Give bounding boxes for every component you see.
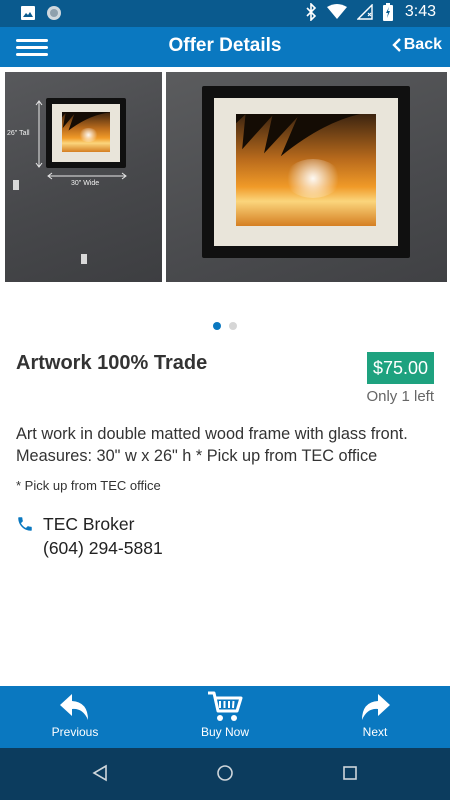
light-switch-plate	[13, 180, 19, 190]
previous-button[interactable]: Previous	[30, 690, 120, 739]
status-time: 3:43	[404, 3, 436, 20]
pagination-dot-1[interactable]	[213, 322, 221, 330]
gallery-pagination	[0, 322, 450, 330]
chevron-left-icon	[392, 38, 401, 52]
bottom-action-bar: Previous Buy Now Next	[0, 686, 450, 748]
image-icon	[21, 6, 35, 20]
contact-phone-link[interactable]: (604) 294-5881	[43, 538, 163, 559]
wifi-icon	[326, 4, 347, 19]
phone-icon[interactable]	[16, 515, 34, 533]
outlet-plate	[81, 254, 87, 264]
image-gallery[interactable]: 26" Tall 30" Wide	[0, 67, 450, 289]
height-label: 26" Tall	[7, 130, 30, 137]
height-arrow-icon	[35, 100, 43, 168]
previous-label: Previous	[51, 725, 99, 739]
offer-description: Art work in double matted wood frame wit…	[16, 425, 408, 465]
nav-back-icon[interactable]	[92, 764, 108, 782]
pagination-dot-2[interactable]	[229, 322, 237, 330]
pickup-note: * Pick up from TEC office	[16, 478, 161, 493]
battery-icon	[382, 3, 393, 21]
buy-now-label: Buy Now	[200, 725, 250, 739]
forward-arrow-icon	[362, 694, 390, 720]
signal-icon	[356, 4, 373, 20]
circle-icon	[47, 6, 61, 20]
artwork-photo-measurements[interactable]: 26" Tall 30" Wide	[5, 72, 162, 282]
status-bar: 3:43	[0, 0, 450, 27]
width-arrow-icon	[47, 172, 127, 180]
system-nav-bar	[0, 748, 450, 800]
shopping-cart-icon	[208, 691, 243, 721]
nav-home-icon[interactable]	[216, 764, 234, 782]
price-badge: $75.00	[366, 352, 434, 384]
page-title: Offer Details	[168, 35, 282, 56]
width-label: 30" Wide	[71, 180, 100, 187]
reply-arrow-icon	[60, 694, 88, 720]
stock-note: Only 1 left	[366, 388, 434, 405]
offer-title: Artwork 100% Trade	[16, 352, 208, 374]
artwork-photo-closeup[interactable]	[166, 72, 447, 282]
contact-name: TEC Broker	[43, 514, 135, 534]
next-label: Next	[362, 725, 388, 739]
next-button[interactable]: Next	[330, 690, 420, 739]
app-bar: Offer Details Back	[0, 27, 450, 67]
back-label: Back	[403, 36, 442, 53]
back-button[interactable]: Back	[392, 36, 442, 54]
bluetooth-icon	[306, 3, 316, 21]
nav-recents-icon[interactable]	[342, 764, 358, 782]
buy-now-button[interactable]: Buy Now	[180, 690, 270, 739]
